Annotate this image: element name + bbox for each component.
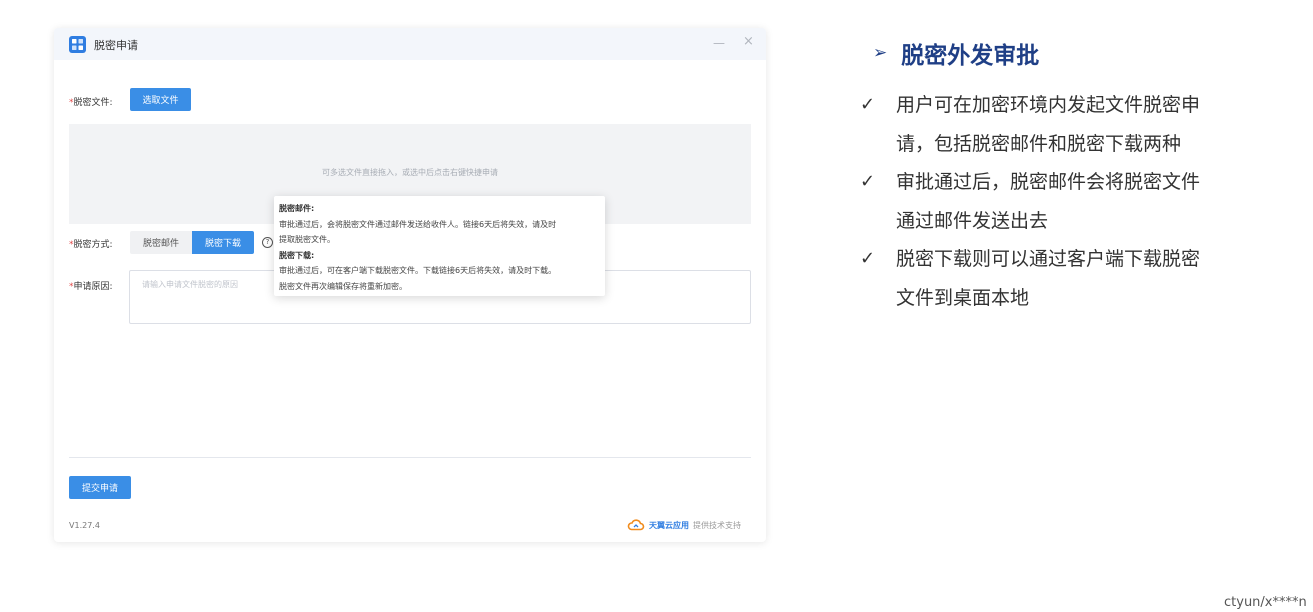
window-titlebar: 脱密申请 — ×: [54, 28, 766, 60]
app-logo-icon: [69, 36, 86, 53]
method-label-text: 脱密方式:: [73, 240, 113, 250]
version-label: V1.27.4: [69, 521, 100, 530]
bullet-line: 脱密下载则可以通过客户端下载脱密: [896, 248, 1201, 270]
brand-name: 天翼云应用: [649, 520, 689, 530]
method-option-download[interactable]: 脱密下载: [192, 231, 254, 254]
close-button[interactable]: ×: [743, 34, 754, 49]
file-label: *脱密文件:: [69, 95, 113, 108]
brand-support-text: 提供技术支持: [693, 520, 741, 530]
bullet-line: 审批通过后，脱密邮件会将脱密文件: [896, 171, 1201, 193]
minimize-button[interactable]: —: [713, 36, 725, 50]
reason-label-text: 申请原因:: [73, 282, 113, 292]
window-title: 脱密申请: [94, 39, 138, 52]
bullet-line: 请，包括脱密邮件和脱密下载两种: [896, 132, 1182, 155]
bullet-line: 用户可在加密环境内发起文件脱密申: [896, 94, 1201, 116]
tooltip-mail-line: 提取脱密文件。: [279, 235, 335, 244]
cloud-icon: [627, 516, 645, 535]
method-option-mail[interactable]: 脱密邮件: [130, 231, 192, 254]
tooltip-download-title: 脱密下载:: [279, 250, 315, 260]
bullet-line: 文件到桌面本地: [896, 286, 1030, 309]
brand-credit: 天翼云应用 提供技术支持: [627, 518, 741, 532]
feature-bullet-list: ✓ 用户可在加密环境内发起文件脱密申 请，包括脱密邮件和脱密下载两种 ✓ 审批通…: [860, 86, 1280, 317]
method-label: *脱密方式:: [69, 237, 113, 250]
feature-bullet: ✓ 审批通过后，脱密邮件会将脱密文件 通过邮件发送出去: [860, 163, 1280, 240]
drop-zone-hint: 可多选文件直接拖入，或选中后点击右键快捷申请: [322, 168, 498, 177]
bullet-line: 通过邮件发送出去: [896, 209, 1049, 232]
feature-heading-text: 脱密外发审批: [901, 43, 1040, 69]
submit-application-button[interactable]: 提交申请: [69, 476, 131, 499]
check-icon: ✓: [860, 94, 876, 115]
tooltip-download-line: 审批通过后，可在客户端下载脱密文件。下载链接6天后将失效，请及时下载。: [279, 266, 557, 275]
reason-label: *申请原因:: [69, 279, 113, 292]
check-icon: ✓: [860, 248, 876, 269]
watermark-text: ctyun/x****n: [1224, 595, 1307, 610]
select-file-button[interactable]: 选取文件: [130, 88, 191, 111]
feature-bullet: ✓ 脱密下载则可以通过客户端下载脱密 文件到桌面本地: [860, 240, 1280, 317]
footer-divider: [69, 457, 751, 458]
arrow-bullet-icon: ➢: [873, 43, 888, 63]
tooltip-mail-title: 脱密邮件:: [279, 204, 315, 213]
decrypt-application-window: 脱密申请 — × *脱密文件: 选取文件 可多选文件直接拖入，或选中后点击右键快…: [54, 28, 766, 542]
check-icon: ✓: [860, 171, 876, 192]
tooltip-mail-line: 审批通过后，会将脱密文件通过邮件发送给收件人。链接6天后将失效，请及时: [279, 219, 557, 229]
help-question-icon[interactable]: ?: [262, 237, 273, 248]
feature-heading: ➢ 脱密外发审批: [873, 36, 1039, 70]
feature-bullet: ✓ 用户可在加密环境内发起文件脱密申 请，包括脱密邮件和脱密下载两种: [860, 86, 1280, 163]
tooltip-download-line: 脱密文件再次编辑保存将重新加密。: [279, 281, 407, 291]
file-label-text: 脱密文件:: [73, 98, 113, 108]
method-help-tooltip: 脱密邮件: 审批通过后，会将脱密文件通过邮件发送给收件人。链接6天后将失效，请及…: [274, 196, 605, 296]
